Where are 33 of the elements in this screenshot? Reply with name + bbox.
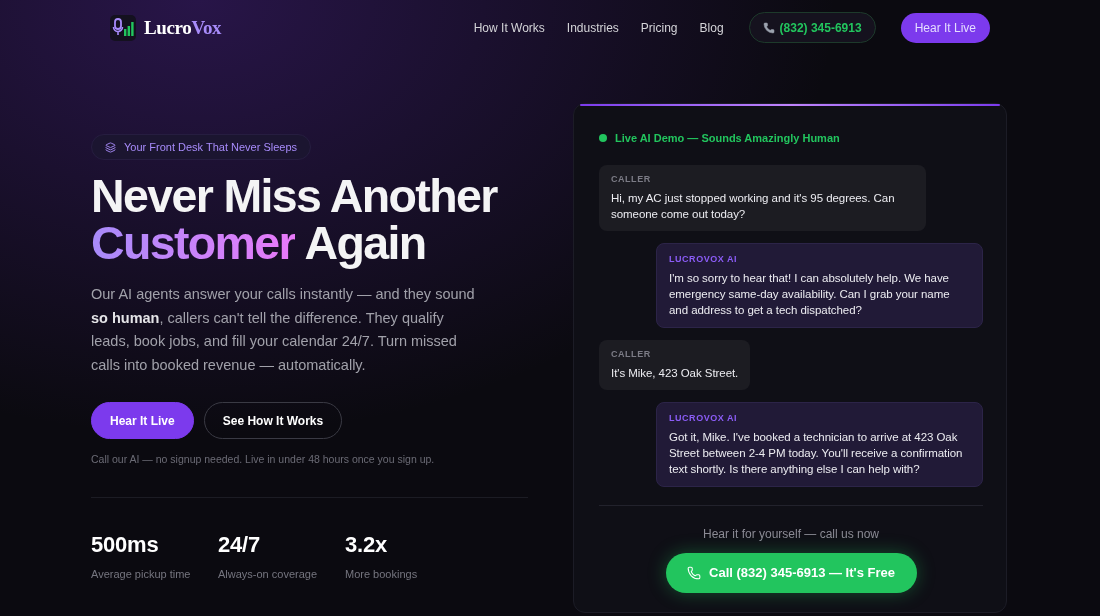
message-text: Got it, Mike. I've booked a technician to arrive at 423 Oak Street between 2-4 PM today. You'll receive a confirmation text shortly. Is there anything else I can help with? xyxy=(669,430,964,477)
stat-value: 24/7 xyxy=(218,531,261,559)
call-prompt: Hear it for yourself — call us now xyxy=(701,526,881,542)
stat-value: 500ms xyxy=(91,531,160,559)
message-text: It's Mike, 423 Oak Street. xyxy=(611,366,739,381)
status-dot-icon xyxy=(599,134,607,142)
speaker-label: CALLER xyxy=(611,348,652,360)
logo-icon xyxy=(110,14,136,41)
logo-wordmark[interactable]: LucroVox xyxy=(144,15,222,40)
nav-link[interactable]: Pricing xyxy=(640,19,678,36)
message-text: I'm so sorry to hear that! I can absolutely help. We have emergency same-day availability. Can I grab your name and address to get a tech dispatched? xyxy=(669,271,951,318)
signup-note: Call our AI — no signup needed. Live in under 48 hours once you sign up. xyxy=(91,452,436,467)
nav-link[interactable]: Blog xyxy=(699,19,724,36)
message-text: Hi, my AC just stopped working and it's 95 degrees. Can someone come out today? xyxy=(611,191,896,222)
stat-label: Average pickup time xyxy=(91,567,192,582)
stat-label: Always-on coverage xyxy=(218,567,319,582)
phone-button[interactable]: (832) 345-6913 xyxy=(748,12,876,43)
hear-it-live-button[interactable]: Hear It Live xyxy=(91,402,194,439)
stat-label: More bookings xyxy=(345,567,419,582)
nav-link[interactable]: How It Works xyxy=(473,19,545,36)
layers-icon xyxy=(105,141,116,153)
headline: Never Miss Another Customer Again xyxy=(91,173,499,267)
speaker-label: LUCROVOX AI xyxy=(669,412,739,424)
live-demo-status: Live AI Demo — Sounds Amazingly Human xyxy=(615,131,840,146)
phone-icon xyxy=(762,21,775,34)
speaker-label: LUCROVOX AI xyxy=(669,253,739,265)
stat-value: 3.2x xyxy=(345,531,388,559)
tagline-badge: Your Front Desk That Never Sleeps xyxy=(91,134,312,160)
hero-description: Our AI agents answer your calls instantly — and they sound so human, callers can't tell the difference. They qualify leads, book jobs, and fill your calendar 24/7. Turn missed calls into booked revenue — automatically. xyxy=(91,285,476,375)
hear-it-live-button[interactable]: Hear It Live xyxy=(900,12,990,43)
nav-link[interactable]: Industries xyxy=(566,19,619,36)
speaker-label: CALLER xyxy=(611,173,652,185)
phone-icon xyxy=(687,566,702,580)
